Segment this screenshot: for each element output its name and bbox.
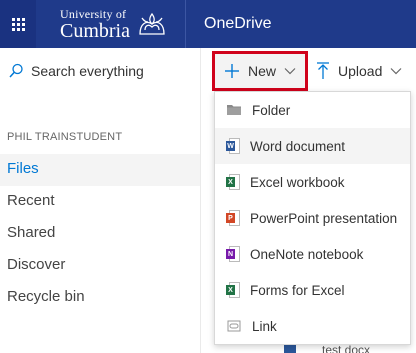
plus-icon	[225, 64, 239, 78]
upload-icon	[317, 62, 329, 79]
menu-item-link[interactable]: Link	[215, 308, 410, 344]
word-file-icon	[284, 345, 296, 353]
pane-divider	[200, 48, 201, 353]
account-owner-label: PHIL TRAINSTUDENT	[7, 131, 123, 143]
sidebar-item-discover[interactable]: Discover	[7, 256, 65, 273]
university-name-line1: University of	[60, 6, 127, 21]
link-icon	[227, 320, 241, 332]
menu-item-label: OneNote notebook	[250, 246, 364, 262]
sidebar-item-files[interactable]: Files	[7, 160, 39, 177]
menu-item-label: PowerPoint presentation	[250, 210, 398, 226]
new-dropdown-menu: Folder W Word document X Excel workbook …	[214, 91, 411, 345]
search-box[interactable]: Search everything	[8, 60, 144, 82]
menu-item-label: Link	[252, 318, 277, 334]
menu-item-label: Excel workbook	[250, 174, 345, 190]
sidebar-item-shared[interactable]: Shared	[7, 224, 55, 241]
search-icon	[9, 63, 23, 78]
sidebar-item-recycle-bin[interactable]: Recycle bin	[7, 288, 85, 305]
menu-item-label: Folder	[252, 102, 291, 118]
chevron-down-icon	[390, 68, 402, 75]
university-name-line2: Cumbria	[60, 19, 130, 42]
new-button-label: New	[248, 63, 277, 79]
onenote-icon: N	[226, 246, 240, 262]
menu-item-label: Word document	[250, 138, 346, 154]
menu-item-forms-for-excel[interactable]: X Forms for Excel	[215, 272, 410, 308]
menu-item-powerpoint-presentation[interactable]: P PowerPoint presentation	[215, 200, 410, 236]
word-icon: W	[226, 138, 240, 154]
menu-item-folder[interactable]: Folder	[215, 92, 410, 128]
upload-button[interactable]: Upload	[316, 56, 402, 86]
folder-icon	[227, 105, 241, 115]
university-emblem-icon	[139, 12, 165, 35]
upload-button-label: Upload	[338, 63, 383, 79]
waffle-icon	[11, 17, 25, 31]
suite-header: University of Cumbria OneDrive	[0, 0, 416, 48]
search-placeholder: Search everything	[31, 63, 144, 79]
menu-item-onenote-notebook[interactable]: N OneNote notebook	[215, 236, 410, 272]
chevron-down-icon	[284, 68, 296, 75]
university-logo[interactable]: University of Cumbria	[36, 0, 186, 48]
new-button[interactable]: New	[212, 51, 308, 91]
app-title[interactable]: OneDrive	[186, 0, 272, 48]
menu-item-word-document[interactable]: W Word document	[215, 128, 410, 164]
app-launcher-button[interactable]	[0, 0, 36, 48]
powerpoint-icon: P	[226, 210, 240, 226]
menu-item-label: Forms for Excel	[250, 282, 345, 298]
sidebar-item-recent[interactable]: Recent	[7, 192, 55, 209]
excel-icon: X	[226, 174, 240, 190]
menu-item-excel-workbook[interactable]: X Excel workbook	[215, 164, 410, 200]
forms-icon: X	[226, 282, 240, 298]
